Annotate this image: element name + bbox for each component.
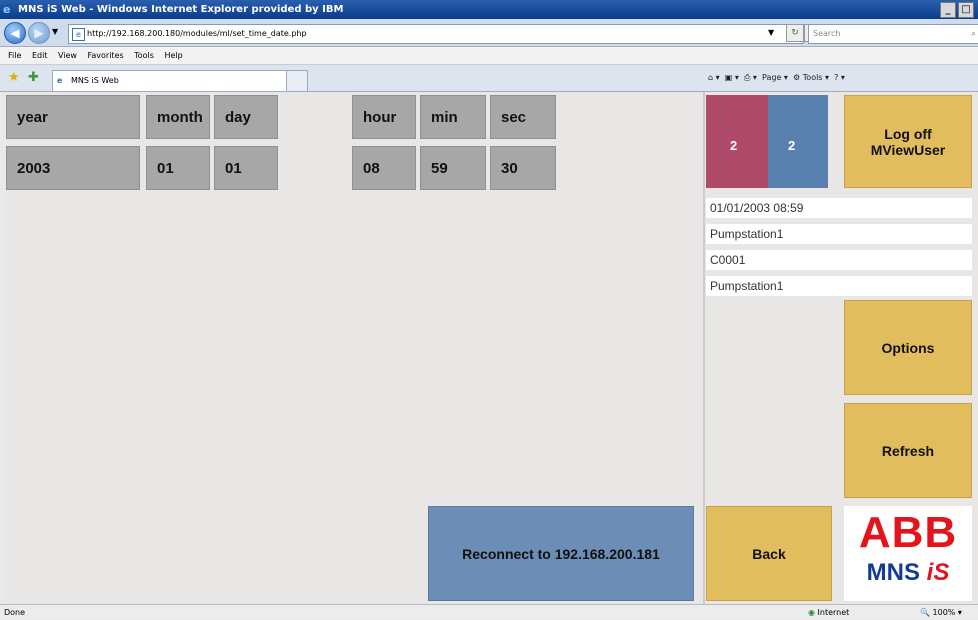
menu-favorites[interactable]: Favorites (88, 51, 124, 60)
tab-ie-icon: e (57, 76, 63, 85)
address-toolbar: ◀ ▶ ▼ e http://192.168.200.180/modules/m… (0, 19, 978, 47)
year-label: year (6, 95, 140, 139)
page-menu-label: Page (762, 73, 782, 82)
abb-logo-text: ABB (858, 508, 958, 557)
feeds-icon[interactable]: ▣ ▾ (725, 73, 739, 82)
forward-nav-button[interactable]: ▶ (28, 22, 50, 44)
window-title-bar: e MNS iS Web - Windows Internet Explorer… (0, 0, 978, 19)
month-value[interactable]: 01 (146, 146, 210, 190)
day-value[interactable]: 01 (214, 146, 278, 190)
day-label: day (214, 95, 278, 139)
tools-menu-label: Tools (802, 73, 823, 82)
help-icon[interactable]: ? ▾ (834, 73, 845, 82)
device-code: C0001 (706, 250, 972, 270)
logoff-line1: Log off (884, 125, 932, 142)
add-favorite-icon[interactable]: ✚ (28, 70, 39, 85)
zone-text: Internet (817, 608, 850, 617)
logoff-user: MViewUser (870, 141, 946, 158)
datetime-display: 01/01/2003 08:59 (706, 198, 972, 218)
address-text: http://192.168.200.180/modules/ml/set_ti… (87, 29, 307, 38)
zoom-control[interactable]: 🔍 100% ▾ (920, 605, 962, 620)
menu-edit[interactable]: Edit (32, 51, 48, 60)
search-placeholder: Search (813, 29, 841, 38)
menu-help[interactable]: Help (164, 51, 182, 60)
back-nav-button[interactable]: ◀ (4, 22, 26, 44)
logoff-button[interactable]: Log off MViewUser (844, 95, 972, 188)
hour-label: hour (352, 95, 416, 139)
menu-tools[interactable]: Tools (134, 51, 154, 60)
back-button[interactable]: Back (706, 506, 832, 601)
search-icon[interactable]: ⌕ (972, 25, 976, 43)
favorites-star-icon[interactable]: ★ (8, 70, 20, 85)
new-tab-button[interactable] (286, 70, 308, 92)
month-label: month (146, 95, 210, 139)
station-name: Pumpstation1 (706, 224, 972, 244)
station-name-2: Pumpstation1 (706, 276, 972, 296)
counter-left[interactable]: 2 (706, 95, 768, 188)
minimize-button[interactable]: _ (940, 2, 956, 18)
page-menu[interactable]: Page ▾ (762, 73, 788, 82)
sec-value[interactable]: 30 (490, 146, 556, 190)
page-icon: e (72, 28, 85, 41)
tools-menu[interactable]: ⚙ Tools ▾ (793, 73, 829, 82)
search-input[interactable]: Search ⌕ (808, 24, 978, 44)
refresh-page-icon[interactable]: ↻ (786, 24, 804, 42)
year-value[interactable]: 2003 (6, 146, 140, 190)
min-value[interactable]: 59 (420, 146, 486, 190)
zoom-level: 100% (932, 608, 956, 617)
counter-right[interactable]: 2 (768, 95, 828, 188)
hour-value[interactable]: 08 (352, 146, 416, 190)
menu-bar: File Edit View Favorites Tools Help (0, 47, 978, 65)
print-icon[interactable]: ⎙ ▾ (744, 73, 757, 82)
zoom-icon: 🔍 (920, 608, 930, 617)
min-label: min (420, 95, 486, 139)
browser-tab[interactable]: e MNS iS Web (52, 70, 302, 92)
refresh-button[interactable]: Refresh (844, 403, 972, 498)
status-bar: Done ◉ Internet 🔍 100% ▾ (0, 604, 978, 619)
menu-view[interactable]: View (58, 51, 77, 60)
is-logo-text: iS (926, 559, 950, 586)
command-bar: ⌂ ▾ ▣ ▾ ⎙ ▾ Page ▾ ⚙ Tools ▾ ? ▾ (708, 69, 845, 87)
address-field[interactable]: e http://192.168.200.180/modules/ml/set_… (68, 24, 804, 44)
window-title: MNS iS Web - Windows Internet Explorer p… (18, 4, 344, 15)
abb-logo: ABB MNS iS (844, 506, 972, 601)
main-content: year month day hour min sec 2003 01 01 0… (6, 92, 703, 604)
tab-title: MNS iS Web (71, 76, 119, 85)
globe-icon: ◉ (808, 608, 815, 617)
status-text: Done (4, 608, 26, 617)
nav-dropdown-icon[interactable]: ▼ (52, 27, 58, 36)
sec-label: sec (490, 95, 556, 139)
reconnect-button[interactable]: Reconnect to 192.168.200.181 (428, 506, 694, 601)
menu-file[interactable]: File (8, 51, 21, 60)
home-icon[interactable]: ⌂ ▾ (708, 73, 720, 82)
maximize-button[interactable]: □ (958, 2, 974, 18)
options-button[interactable]: Options (844, 300, 972, 395)
side-panel: 2 2 Log off MViewUser 01/01/2003 08:59 P… (703, 92, 978, 604)
ie-logo-icon: e (3, 3, 11, 16)
zone-indicator: ◉ Internet (808, 605, 849, 620)
tab-bar: ★ ✚ e MNS iS Web ⌂ ▾ ▣ ▾ ⎙ ▾ Page ▾ ⚙ To… (0, 65, 978, 92)
mns-logo-text: MNS (866, 559, 920, 586)
address-dropdown-icon[interactable]: ▼ (768, 28, 774, 37)
